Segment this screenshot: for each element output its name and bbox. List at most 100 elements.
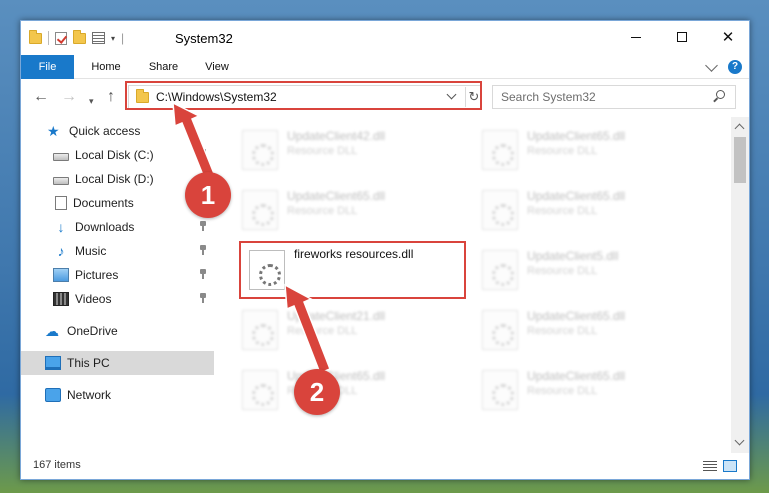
pipe-divider: | <box>121 31 125 45</box>
computer-icon <box>45 356 61 370</box>
expand-ribbon-chevron-icon[interactable] <box>705 59 718 72</box>
close-button[interactable]: ✕ <box>705 21 751 53</box>
sidebar-item-videos[interactable]: Videos <box>21 287 214 311</box>
file-tile[interactable]: UpdateClient42.dll Resource DLL <box>237 125 462 175</box>
quick-access-toolbar: ▾ | <box>29 29 125 45</box>
title-bar: ▾ | System32 ✕ <box>21 21 749 55</box>
status-bar: 167 items <box>21 453 749 479</box>
star-icon: ★ <box>47 123 60 139</box>
network-icon <box>45 388 61 402</box>
pin-icon <box>199 149 207 159</box>
tab-home[interactable]: Home <box>81 55 131 79</box>
search-icon[interactable] <box>716 90 725 99</box>
step-1-badge: 1 <box>185 172 231 218</box>
help-icon[interactable]: ? <box>728 60 742 74</box>
file-tile[interactable]: UpdateClient65.dll Resource DLL <box>477 305 702 355</box>
ribbon-tabs: File Home Share View ? <box>21 55 749 79</box>
file-tile[interactable]: UpdateClient65.dll Resource DLL <box>237 365 462 415</box>
sidebar-item-label: OneDrive <box>67 324 118 338</box>
file-name: UpdateClient65.dll <box>527 129 626 143</box>
file-explorer-window: ▾ | System32 ✕ File Home Share View ? ← … <box>20 20 750 480</box>
file-name: UpdateClient65.dll <box>287 189 386 203</box>
customize-toolbar-caret[interactable]: ▾ <box>111 34 115 43</box>
back-arrow-icon[interactable]: ← <box>33 89 49 105</box>
dll-file-icon <box>242 130 278 170</box>
file-type: Resource DLL <box>527 265 598 277</box>
navigation-pane: ★ Quick access Local Disk (C:) Local Dis… <box>21 117 214 453</box>
file-name: UpdateClient21.dll <box>287 309 386 323</box>
dll-file-icon <box>242 370 278 410</box>
address-highlight-box <box>125 81 482 110</box>
maximize-button[interactable] <box>659 21 705 53</box>
close-icon: ✕ <box>721 29 735 46</box>
file-type: Resource DLL <box>527 205 598 217</box>
file-tile[interactable]: UpdateClient65.dll Resource DLL <box>477 185 702 235</box>
scroll-up-arrow-icon[interactable] <box>734 123 745 134</box>
file-tile[interactable]: UpdateClient21.dll Resource DLL <box>237 305 462 355</box>
dll-file-icon <box>242 190 278 230</box>
file-highlight-box <box>239 241 466 299</box>
file-tile[interactable]: UpdateClient65.dll Resource DLL <box>237 185 462 235</box>
file-tile[interactable]: UpdateClient65.dll Resource DLL <box>477 365 702 415</box>
file-name: UpdateClient42.dll <box>287 129 386 143</box>
sidebar-item-music[interactable]: ♪ Music <box>21 239 214 263</box>
downloads-icon: ↓ <box>57 219 65 235</box>
dll-file-icon <box>482 250 518 290</box>
recent-locations-chevron-icon[interactable]: ▾ <box>89 93 94 109</box>
file-name: UpdateClient65.dll <box>527 189 626 203</box>
sidebar-item-quick-access[interactable]: ★ Quick access <box>21 119 214 143</box>
sidebar-item-label: This PC <box>67 356 110 370</box>
minimize-button[interactable] <box>613 21 659 53</box>
pin-icon <box>199 221 207 231</box>
properties-list-icon[interactable] <box>92 32 105 44</box>
file-type: Resource DLL <box>287 145 358 157</box>
file-type: Resource DLL <box>527 385 598 397</box>
item-count: 167 items <box>33 459 81 471</box>
cloud-icon: ☁ <box>45 323 59 339</box>
vertical-scrollbar[interactable] <box>731 117 749 453</box>
details-view-icon[interactable] <box>703 461 717 472</box>
up-arrow-icon[interactable]: ↑ <box>107 89 115 105</box>
documents-icon <box>55 196 67 210</box>
properties-check-icon[interactable] <box>55 31 67 45</box>
sidebar-item-onedrive[interactable]: ☁ OneDrive <box>21 319 214 343</box>
file-type: Resource DLL <box>287 205 358 217</box>
file-tile[interactable]: UpdateClient65.dll Resource DLL <box>477 125 702 175</box>
sidebar-item-label: Pictures <box>75 268 119 282</box>
tab-share[interactable]: Share <box>141 55 186 79</box>
scroll-down-arrow-icon[interactable] <box>734 435 745 446</box>
folder-icon <box>29 29 42 44</box>
dll-file-icon <box>482 130 518 170</box>
sidebar-item-network[interactable]: Network <box>21 383 214 407</box>
sidebar-item-label: Local Disk (D:) <box>75 172 154 186</box>
sidebar-item-local-disk-c[interactable]: Local Disk (C:) <box>21 143 214 167</box>
pictures-icon <box>53 268 69 282</box>
forward-arrow-icon[interactable]: → <box>61 89 77 105</box>
sidebar-item-this-pc[interactable]: This PC <box>21 351 214 375</box>
dll-file-icon <box>242 310 278 350</box>
music-icon: ♪ <box>57 243 65 259</box>
file-name: UpdateClient5.dll <box>527 249 619 263</box>
file-type: Resource DLL <box>527 325 598 337</box>
toolbar-divider <box>48 31 49 45</box>
sidebar-item-pictures[interactable]: Pictures <box>21 263 214 287</box>
search-box[interactable] <box>492 85 736 109</box>
step-2-badge: 2 <box>294 369 340 415</box>
sidebar-item-downloads[interactable]: ↓ Downloads <box>21 215 214 239</box>
maximize-icon <box>677 32 687 42</box>
sidebar-item-label: Downloads <box>75 220 135 234</box>
file-tile[interactable]: UpdateClient5.dll Resource DLL <box>477 245 702 295</box>
disk-icon <box>53 177 69 185</box>
large-icons-view-icon[interactable] <box>723 460 737 472</box>
tab-view[interactable]: View <box>197 55 237 79</box>
new-folder-icon[interactable] <box>73 29 86 44</box>
dll-file-icon <box>482 190 518 230</box>
minimize-icon <box>631 36 641 38</box>
pin-icon <box>199 245 207 255</box>
sidebar-item-label: Videos <box>75 292 112 306</box>
tab-file[interactable]: File <box>21 55 74 79</box>
search-input[interactable] <box>493 86 708 108</box>
scrollbar-thumb[interactable] <box>734 137 746 183</box>
window-title: System32 <box>175 31 233 46</box>
file-name: UpdateClient65.dll <box>527 369 626 383</box>
